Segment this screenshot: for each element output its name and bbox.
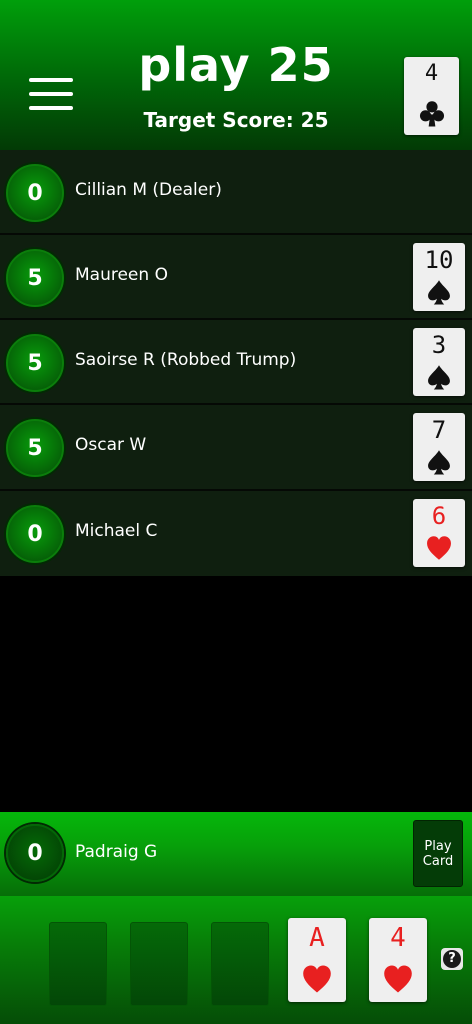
- spade-icon: [428, 365, 450, 390]
- trump-card: 4: [404, 57, 459, 135]
- card-rank: 4: [390, 923, 406, 953]
- header: play 25 Target Score: 25 4: [0, 0, 472, 150]
- player-name: Michael C: [75, 521, 158, 541]
- score-badge: 5: [6, 249, 64, 307]
- club-icon: [419, 101, 444, 127]
- heart-icon: [384, 965, 412, 993]
- player-name: Maureen O: [75, 265, 168, 285]
- empty-card-slot: [130, 922, 188, 1006]
- hand-area: A 4 ?: [0, 896, 472, 1024]
- player-row: 5 Maureen O 10: [0, 235, 472, 320]
- card-rank: 6: [431, 502, 447, 530]
- spade-icon: [428, 280, 450, 305]
- hand-card[interactable]: 4: [369, 918, 427, 1002]
- page-title: play 25: [138, 38, 334, 92]
- player-name: Cillian M (Dealer): [75, 180, 222, 200]
- question-icon[interactable]: ?: [441, 948, 463, 970]
- played-card: 7: [413, 413, 465, 481]
- my-player-name: Padraig G: [75, 842, 158, 862]
- player-row: 0 Cillian M (Dealer): [0, 150, 472, 235]
- score-badge: 0: [6, 164, 64, 222]
- player-row: 0 Michael C 6: [0, 491, 472, 576]
- card-rank: 7: [431, 416, 447, 444]
- score-badge: 5: [6, 334, 64, 392]
- score-badge: 0: [6, 505, 64, 563]
- player-name: Oscar W: [75, 435, 147, 455]
- heart-icon: [427, 536, 451, 560]
- player-row: 5 Saoirse R (Robbed Trump) 3: [0, 320, 472, 405]
- played-card: 6: [413, 499, 465, 567]
- player-name: Saoirse R (Robbed Trump): [75, 350, 297, 370]
- my-score-badge: 0: [6, 824, 64, 882]
- played-card: 10: [413, 243, 465, 311]
- hand-card[interactable]: A: [288, 918, 346, 1002]
- spade-icon: [428, 450, 450, 475]
- card-rank: A: [309, 923, 325, 953]
- heart-icon: [303, 965, 331, 993]
- card-rank: 3: [431, 331, 447, 359]
- score-badge: 5: [6, 419, 64, 477]
- my-player-row: 0 Padraig G Play Card: [0, 812, 472, 896]
- card-rank: 10: [424, 246, 454, 274]
- trump-card-rank: 4: [424, 61, 439, 86]
- play-card-button[interactable]: Play Card: [413, 820, 463, 887]
- target-score: Target Score: 25: [143, 108, 329, 132]
- empty-card-slot: [211, 922, 269, 1006]
- played-card: 3: [413, 328, 465, 396]
- empty-card-slot: [49, 922, 107, 1006]
- menu-icon[interactable]: [29, 78, 73, 110]
- player-row: 5 Oscar W 7: [0, 405, 472, 491]
